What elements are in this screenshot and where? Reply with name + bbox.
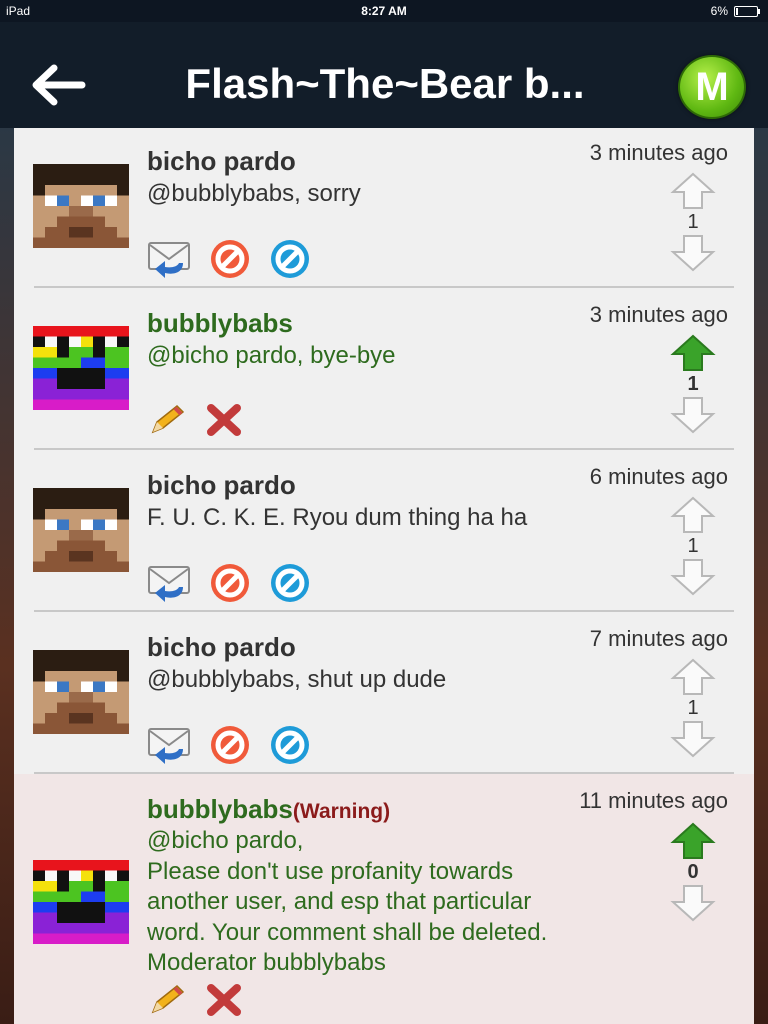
vote-count: 1 [687,535,699,557]
comment-line: Please don't use profanity towards [147,857,514,885]
vote-count: 1 [687,697,699,719]
ignore-icon[interactable] [269,238,311,280]
user-avatar[interactable] [33,860,129,944]
comment-line: @bicho pardo, [147,827,304,854]
upvote-arrow-icon[interactable] [670,496,716,534]
user-avatar[interactable] [33,164,129,248]
background-right [754,128,768,1024]
comment-actions [147,724,311,766]
warning-label: (Warning) [292,800,391,823]
comment-actions [147,562,311,604]
comment-text: @bubblybabs, sorry [147,180,361,207]
comment-username[interactable]: bicho pardo [147,146,296,177]
comment-item-warning: bubblybabs(Warning) @bicho pardo, Please… [14,774,754,1024]
edit-pencil-icon[interactable] [147,982,187,1018]
comment-actions [147,982,243,1018]
page-title: Flash~The~Bear b... [185,60,585,107]
comment-username[interactable]: bicho pardo [147,470,296,501]
user-avatar[interactable] [33,488,129,572]
vote-control: 0 [670,822,716,922]
comment-text: @bubblybabs, shut up dude [147,666,447,693]
username-text: bubblybabs [147,794,293,824]
comment-item: bicho pardo @bubblybabs, shut up dude 7 … [14,612,754,774]
comment-time: 6 minutes ago [589,464,728,489]
back-arrow-icon [32,64,86,106]
downvote-arrow-icon[interactable] [670,720,716,758]
upvote-arrow-icon[interactable] [670,822,716,860]
comment-text: @bicho pardo, Please don't use profanity… [147,826,547,979]
upvote-arrow-icon[interactable] [670,334,716,372]
comment-text: F. U. C. K. E. Ryou dum thing ha ha [147,504,528,531]
comment-time: 11 minutes ago [579,788,728,813]
upvote-arrow-icon[interactable] [670,658,716,696]
vote-control: 1 [670,334,716,434]
ignore-icon[interactable] [269,562,311,604]
comment-username[interactable]: bicho pardo [147,632,296,663]
back-button[interactable] [28,62,86,108]
comment-line: word. Your comment shall be deleted. [147,918,548,946]
comment-time: 7 minutes ago [589,626,728,651]
background-left [0,128,14,1024]
comments-list[interactable]: bicho pardo @bubblybabs, sorry 3 minutes… [14,128,754,1024]
comment-time: 3 minutes ago [589,140,728,165]
comment-item: bicho pardo F. U. C. K. E. Ryou dum thin… [14,450,754,612]
delete-x-icon[interactable] [205,982,243,1018]
comment-time: 3 minutes ago [589,302,728,327]
downvote-arrow-icon[interactable] [670,558,716,596]
reply-icon[interactable] [147,725,191,765]
comment-actions [147,238,311,280]
comment-username[interactable]: bubblybabs(Warning) [147,794,390,825]
upvote-arrow-icon[interactable] [670,172,716,210]
status-bar: iPad 8:27 AM 6% [0,0,768,22]
block-icon[interactable] [209,562,251,604]
comment-actions [147,402,243,438]
comment-username[interactable]: bubblybabs [147,308,293,339]
reply-icon[interactable] [147,563,191,603]
navigation-bar: Flash~The~Bear b... M [0,22,768,128]
status-time: 8:27 AM [361,4,407,18]
battery-status: 6% [710,4,760,18]
comment-item: bubblybabs @bicho pardo, bye-bye 3 minut… [14,288,754,450]
comment-text: @bicho pardo, bye-bye [147,342,396,369]
ignore-icon[interactable] [269,724,311,766]
battery-icon [734,5,760,17]
vote-control: 1 [670,172,716,272]
block-icon[interactable] [209,238,251,280]
user-avatar[interactable] [33,650,129,734]
vote-control: 1 [670,496,716,596]
downvote-arrow-icon[interactable] [670,884,716,922]
comment-line: another user, and esp that particular [147,888,532,915]
delete-x-icon[interactable] [205,402,243,438]
m-logo-icon[interactable]: M [678,55,746,119]
vote-count: 1 [687,211,699,233]
downvote-arrow-icon[interactable] [670,234,716,272]
user-avatar[interactable] [33,326,129,410]
battery-percent: 6% [710,4,728,18]
block-icon[interactable] [209,724,251,766]
vote-count: 0 [687,861,699,883]
vote-control: 1 [670,658,716,758]
vote-count: 1 [687,373,699,395]
downvote-arrow-icon[interactable] [670,396,716,434]
comment-item: bicho pardo @bubblybabs, sorry 3 minutes… [14,128,754,288]
reply-icon[interactable] [147,239,191,279]
comment-line: Moderator bubblybabs [147,949,386,976]
edit-pencil-icon[interactable] [147,402,187,438]
